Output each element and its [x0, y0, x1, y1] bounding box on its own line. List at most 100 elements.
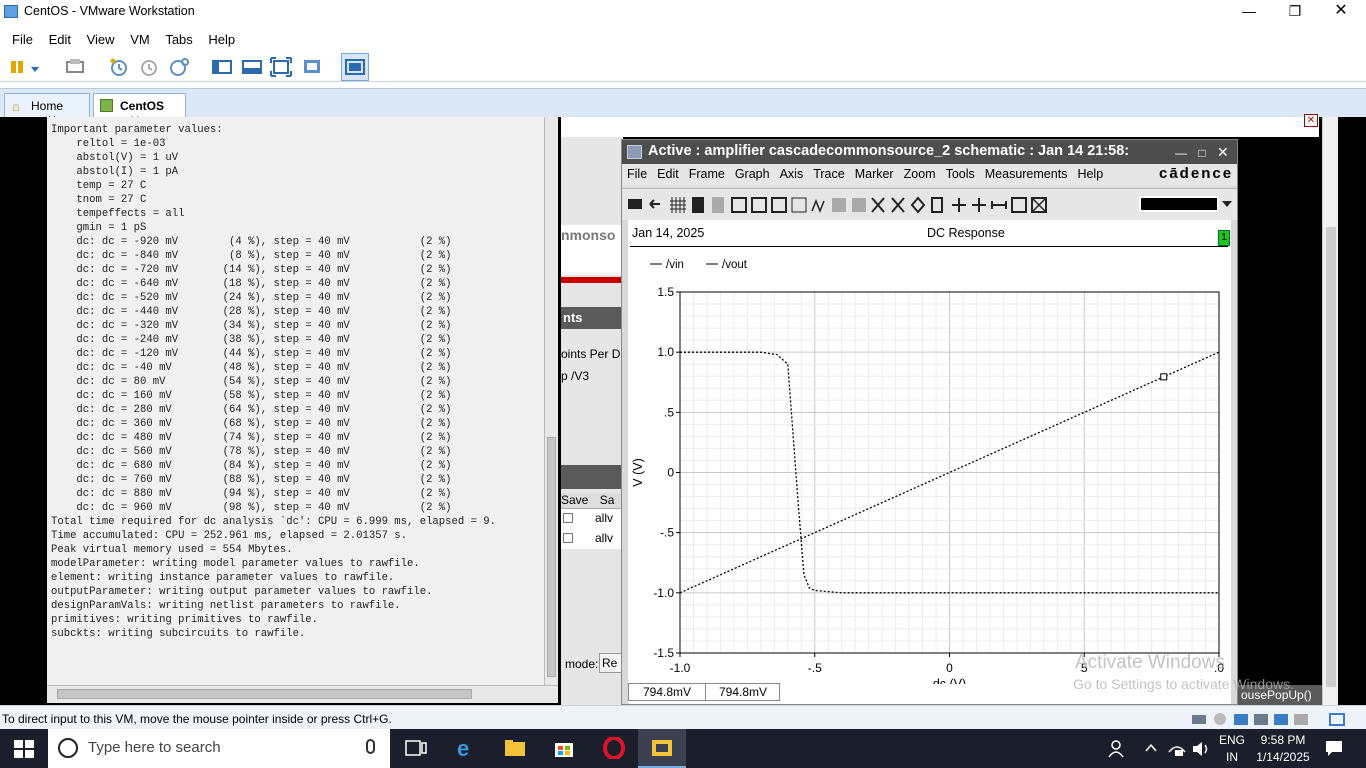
people-icon[interactable] — [1108, 739, 1128, 762]
chevron-up-icon[interactable] — [1144, 741, 1158, 758]
save-checkbox[interactable] — [563, 533, 573, 543]
console-view-icon[interactable] — [341, 53, 369, 81]
clock[interactable]: 9:58 PM 1/14/2025 — [1252, 733, 1314, 764]
unity-icon[interactable] — [301, 56, 323, 78]
minimize-button[interactable]: — — [1175, 146, 1187, 160]
tab-centos[interactable]: CentOS ✕ — [93, 93, 186, 127]
taskbar: Type here to search e ENG IN 9:58 PM 1/1… — [0, 729, 1366, 768]
menu-zoom[interactable]: Zoom — [899, 164, 941, 181]
thumbnail-bar-icon[interactable] — [241, 56, 263, 78]
task-view-icon[interactable] — [404, 737, 428, 759]
cortana-icon — [58, 738, 78, 758]
log-line: dc: dc = 160 mV (58 %), step = 40 mV (2 … — [51, 390, 452, 402]
menu-view[interactable]: View — [81, 28, 121, 47]
menu-help[interactable]: Help — [202, 28, 241, 47]
notifications-icon[interactable] — [1324, 739, 1344, 760]
log-line: dc: dc = -840 mV (8 %), step = 40 mV (2 … — [51, 250, 452, 262]
ade-dark-panel — [1238, 137, 1318, 681]
menu-measurements[interactable]: Measurements — [980, 164, 1073, 181]
y-tick-label: -.5 — [660, 526, 674, 540]
menu-axis[interactable]: Axis — [775, 164, 809, 181]
scroll-thumb[interactable] — [547, 437, 556, 677]
table-row[interactable]: allv — [561, 529, 623, 549]
windows-start-icon[interactable] — [14, 740, 34, 761]
search-placeholder: Type here to search — [88, 739, 221, 756]
log-line: primitives: writing primitives to rawfil… — [51, 614, 319, 626]
waveform-tool-icons[interactable] — [626, 195, 1076, 215]
menu-bar: File Edit View VM Tabs Help — [0, 28, 1366, 50]
log-line: Total time required for dc analysis `dc'… — [51, 516, 497, 528]
menu-edit[interactable]: Edit — [652, 164, 684, 181]
menu-marker[interactable]: Marker — [850, 164, 899, 181]
status-text: To direct input to this VM, move the mou… — [2, 712, 392, 726]
save-column-header-2: Sa — [599, 493, 615, 507]
ade-scrollbar[interactable] — [1322, 117, 1338, 705]
network-icon[interactable] — [1167, 740, 1187, 761]
log-scrollbar[interactable] — [544, 117, 558, 685]
color-swatch[interactable] — [1139, 196, 1219, 212]
log-line: dc: dc = 360 mV (68 %), step = 40 mV (2 … — [51, 418, 452, 430]
log-line: dc: dc = -240 mV (38 %), step = 40 mV (2… — [51, 334, 452, 346]
show-library-icon[interactable] — [211, 56, 233, 78]
language-indicator[interactable]: ENG IN — [1219, 733, 1245, 764]
dc-response-chart[interactable]: 1.51.0.50-.5-1.0-1.5-1.0 -.5 0 5.0dc (V)V (… — [628, 248, 1231, 684]
menu-file[interactable]: File — [622, 164, 652, 181]
x-axis-label: dc (V) — [933, 677, 966, 684]
close-button[interactable]: ✕ — [1318, 0, 1364, 24]
menu-edit[interactable]: Edit — [43, 28, 77, 47]
mode-select[interactable]: Re — [599, 653, 623, 673]
log-horizontal-scrollbar[interactable] — [47, 685, 558, 703]
volume-icon[interactable] — [1191, 740, 1211, 761]
menu-help[interactable]: Help — [1072, 164, 1108, 181]
snapshot-manager-icon[interactable] — [168, 56, 190, 78]
maximize-button[interactable]: ❐ — [1272, 0, 1318, 24]
full-screen-icon[interactable] — [270, 56, 292, 78]
menu-graph[interactable]: Graph — [730, 164, 775, 181]
menu-tabs[interactable]: Tabs — [159, 28, 198, 47]
edge-icon[interactable]: e — [455, 736, 479, 761]
log-line: dc: dc = 480 mV (74 %), step = 40 mV (2 … — [51, 432, 452, 444]
save-column-header: Save — [561, 493, 589, 507]
file-explorer-icon[interactable] — [503, 737, 527, 759]
simulation-log[interactable]: Important parameter values: reltol = 1e-… — [47, 117, 544, 685]
close-icon[interactable]: ✕ — [1304, 114, 1318, 127]
microphone-icon[interactable] — [366, 739, 375, 754]
y-axis-label: V (V) — [631, 458, 645, 486]
minimize-button[interactable]: — — [1226, 0, 1272, 24]
log-line: Time accumulated: CPU = 252.961 ms, elap… — [51, 530, 408, 542]
chevron-down-icon[interactable] — [30, 61, 40, 72]
language-code: ENG — [1219, 733, 1246, 747]
log-line: dc: dc = 80 mV (54 %), step = 40 mV (2 %… — [51, 376, 452, 388]
send-ctrl-alt-del-icon[interactable] — [64, 56, 86, 78]
window-title: CentOS - VMware Workstation — [24, 4, 195, 18]
log-line: dc: dc = 760 mV (88 %), step = 40 mV (2 … — [51, 474, 452, 486]
maximize-button[interactable]: □ — [1198, 146, 1205, 160]
tab-home[interactable]: ⌂ Home ✕ — [4, 93, 90, 127]
vmware-taskbar-button[interactable] — [638, 729, 686, 768]
waveform-title-bar: Active : amplifier cascadecommonsource_2… — [622, 140, 1237, 164]
table-row[interactable]: allv — [561, 509, 623, 529]
close-button[interactable]: ✕ — [1217, 144, 1229, 160]
snapshot-icon[interactable] — [108, 56, 130, 78]
outputs-header-fragment: nts — [561, 307, 623, 329]
y-tick-label: -1.5 — [653, 646, 674, 660]
menu-file[interactable]: File — [6, 28, 39, 47]
y-tick-label: 1.5 — [657, 285, 674, 299]
pause-icon[interactable] — [8, 56, 40, 78]
save-checkbox[interactable] — [563, 513, 573, 523]
chevron-down-icon[interactable] — [1219, 196, 1235, 212]
hscroll-thumb[interactable] — [57, 689, 472, 699]
menu-frame[interactable]: Frame — [684, 164, 730, 181]
device-status-icons[interactable] — [1190, 711, 1360, 727]
store-icon[interactable] — [552, 737, 576, 759]
taskbar-search-box[interactable]: Type here to search — [48, 729, 390, 768]
log-line: dc: dc = -640 mV (18 %), step = 40 mV (2… — [51, 278, 452, 290]
log-line: reltol = 1e-03 — [51, 138, 166, 150]
log-line: dc: dc = 960 mV (98 %), step = 40 mV (2 … — [51, 502, 452, 514]
revert-snapshot-icon[interactable] — [138, 56, 160, 78]
opera-icon[interactable] — [602, 736, 626, 760]
menu-trace[interactable]: Trace — [808, 164, 850, 181]
menu-vm[interactable]: VM — [124, 28, 156, 47]
subwindow-index[interactable]: 1 — [1218, 230, 1230, 246]
menu-tools[interactable]: Tools — [941, 164, 980, 181]
